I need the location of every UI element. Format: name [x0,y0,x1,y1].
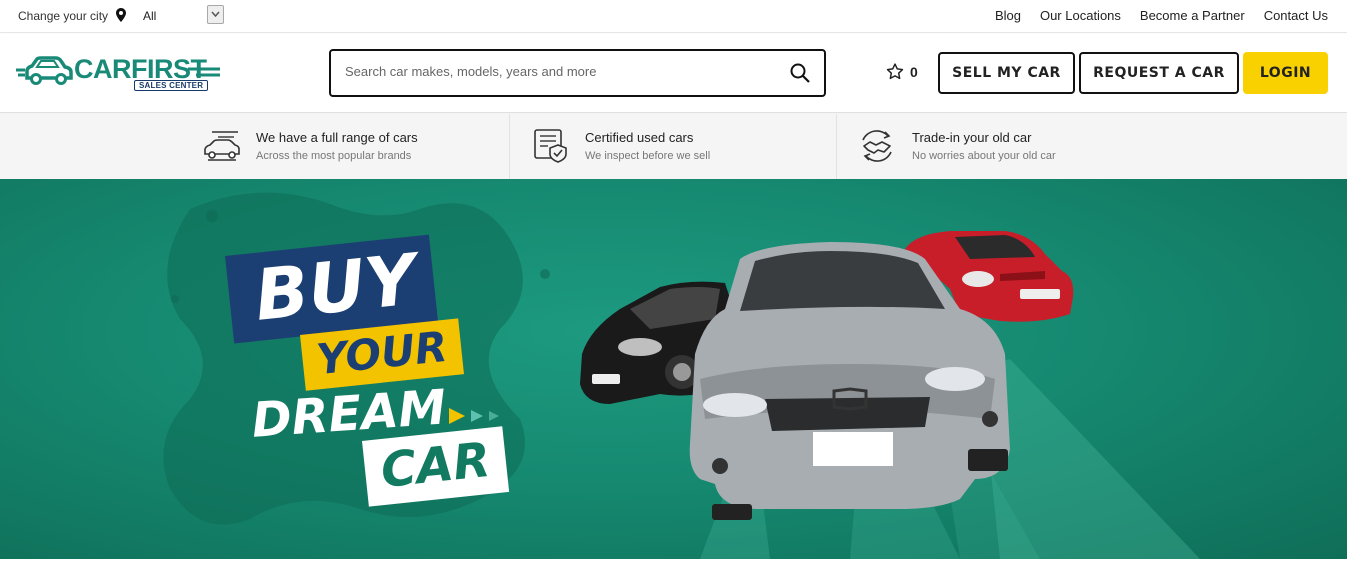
feature-title: Trade-in your old car [912,130,1032,145]
favorites-count: 0 [910,63,918,80]
feature-certified: Certified used cars We inspect before we… [509,114,836,179]
become-partner-link[interactable]: Become a Partner [1140,8,1245,23]
page-spacer [0,559,1347,568]
logo-subtext: SALES CENTER [134,80,209,91]
star-icon [886,63,904,80]
feature-trade-in: Trade-in your old car No worries about y… [836,114,1347,179]
location-pin-icon [116,8,126,22]
blog-link[interactable]: Blog [995,8,1021,23]
logo-car-icon [16,56,73,85]
city-select-value[interactable]: All [143,9,156,23]
sell-my-car-button[interactable]: SELL MY CAR [938,52,1075,94]
play-arrows-icon [449,408,499,424]
top-links: Blog Our Locations Become a Partner Cont… [995,8,1328,23]
login-button[interactable]: LOGIN [1243,52,1328,94]
feature-subtitle: We inspect before we sell [585,150,711,162]
carfirst-logo[interactable]: CARFIRST SALES CENTER [16,52,221,96]
our-locations-link[interactable]: Our Locations [1040,8,1121,23]
logo-underline [188,67,220,77]
features-bar: We have a full range of cars Across the … [0,114,1347,179]
feature-subtitle: No worries about your old car [912,150,1056,162]
car-icon [204,131,240,161]
top-bar: Change your city All Blog Our Locations … [0,0,1347,33]
search-box [329,49,826,97]
search-input[interactable] [345,64,775,79]
feature-title: Certified used cars [585,130,694,145]
feature-title: We have a full range of cars [256,130,418,145]
hero-illustration [163,192,1200,559]
hero-banner[interactable]: BUY YOUR DREAM CAR [0,179,1347,559]
handshake-icon [862,130,892,162]
request-a-car-button[interactable]: REQUEST A CAR [1079,52,1239,94]
feature-full-range: We have a full range of cars Across the … [0,114,509,179]
change-city-label: Change your city [18,9,109,23]
feature-subtitle: Across the most popular brands [256,150,412,162]
certificate-icon [534,129,567,163]
chevron-down-icon [211,11,220,18]
contact-us-link[interactable]: Contact Us [1264,8,1328,23]
favorites[interactable]: 0 [886,63,918,80]
search-icon[interactable] [790,63,810,83]
city-select-dropdown[interactable] [207,5,224,24]
main-header: CARFIRST SALES CENTER 0 SELL MY CAR REQU… [0,34,1347,113]
